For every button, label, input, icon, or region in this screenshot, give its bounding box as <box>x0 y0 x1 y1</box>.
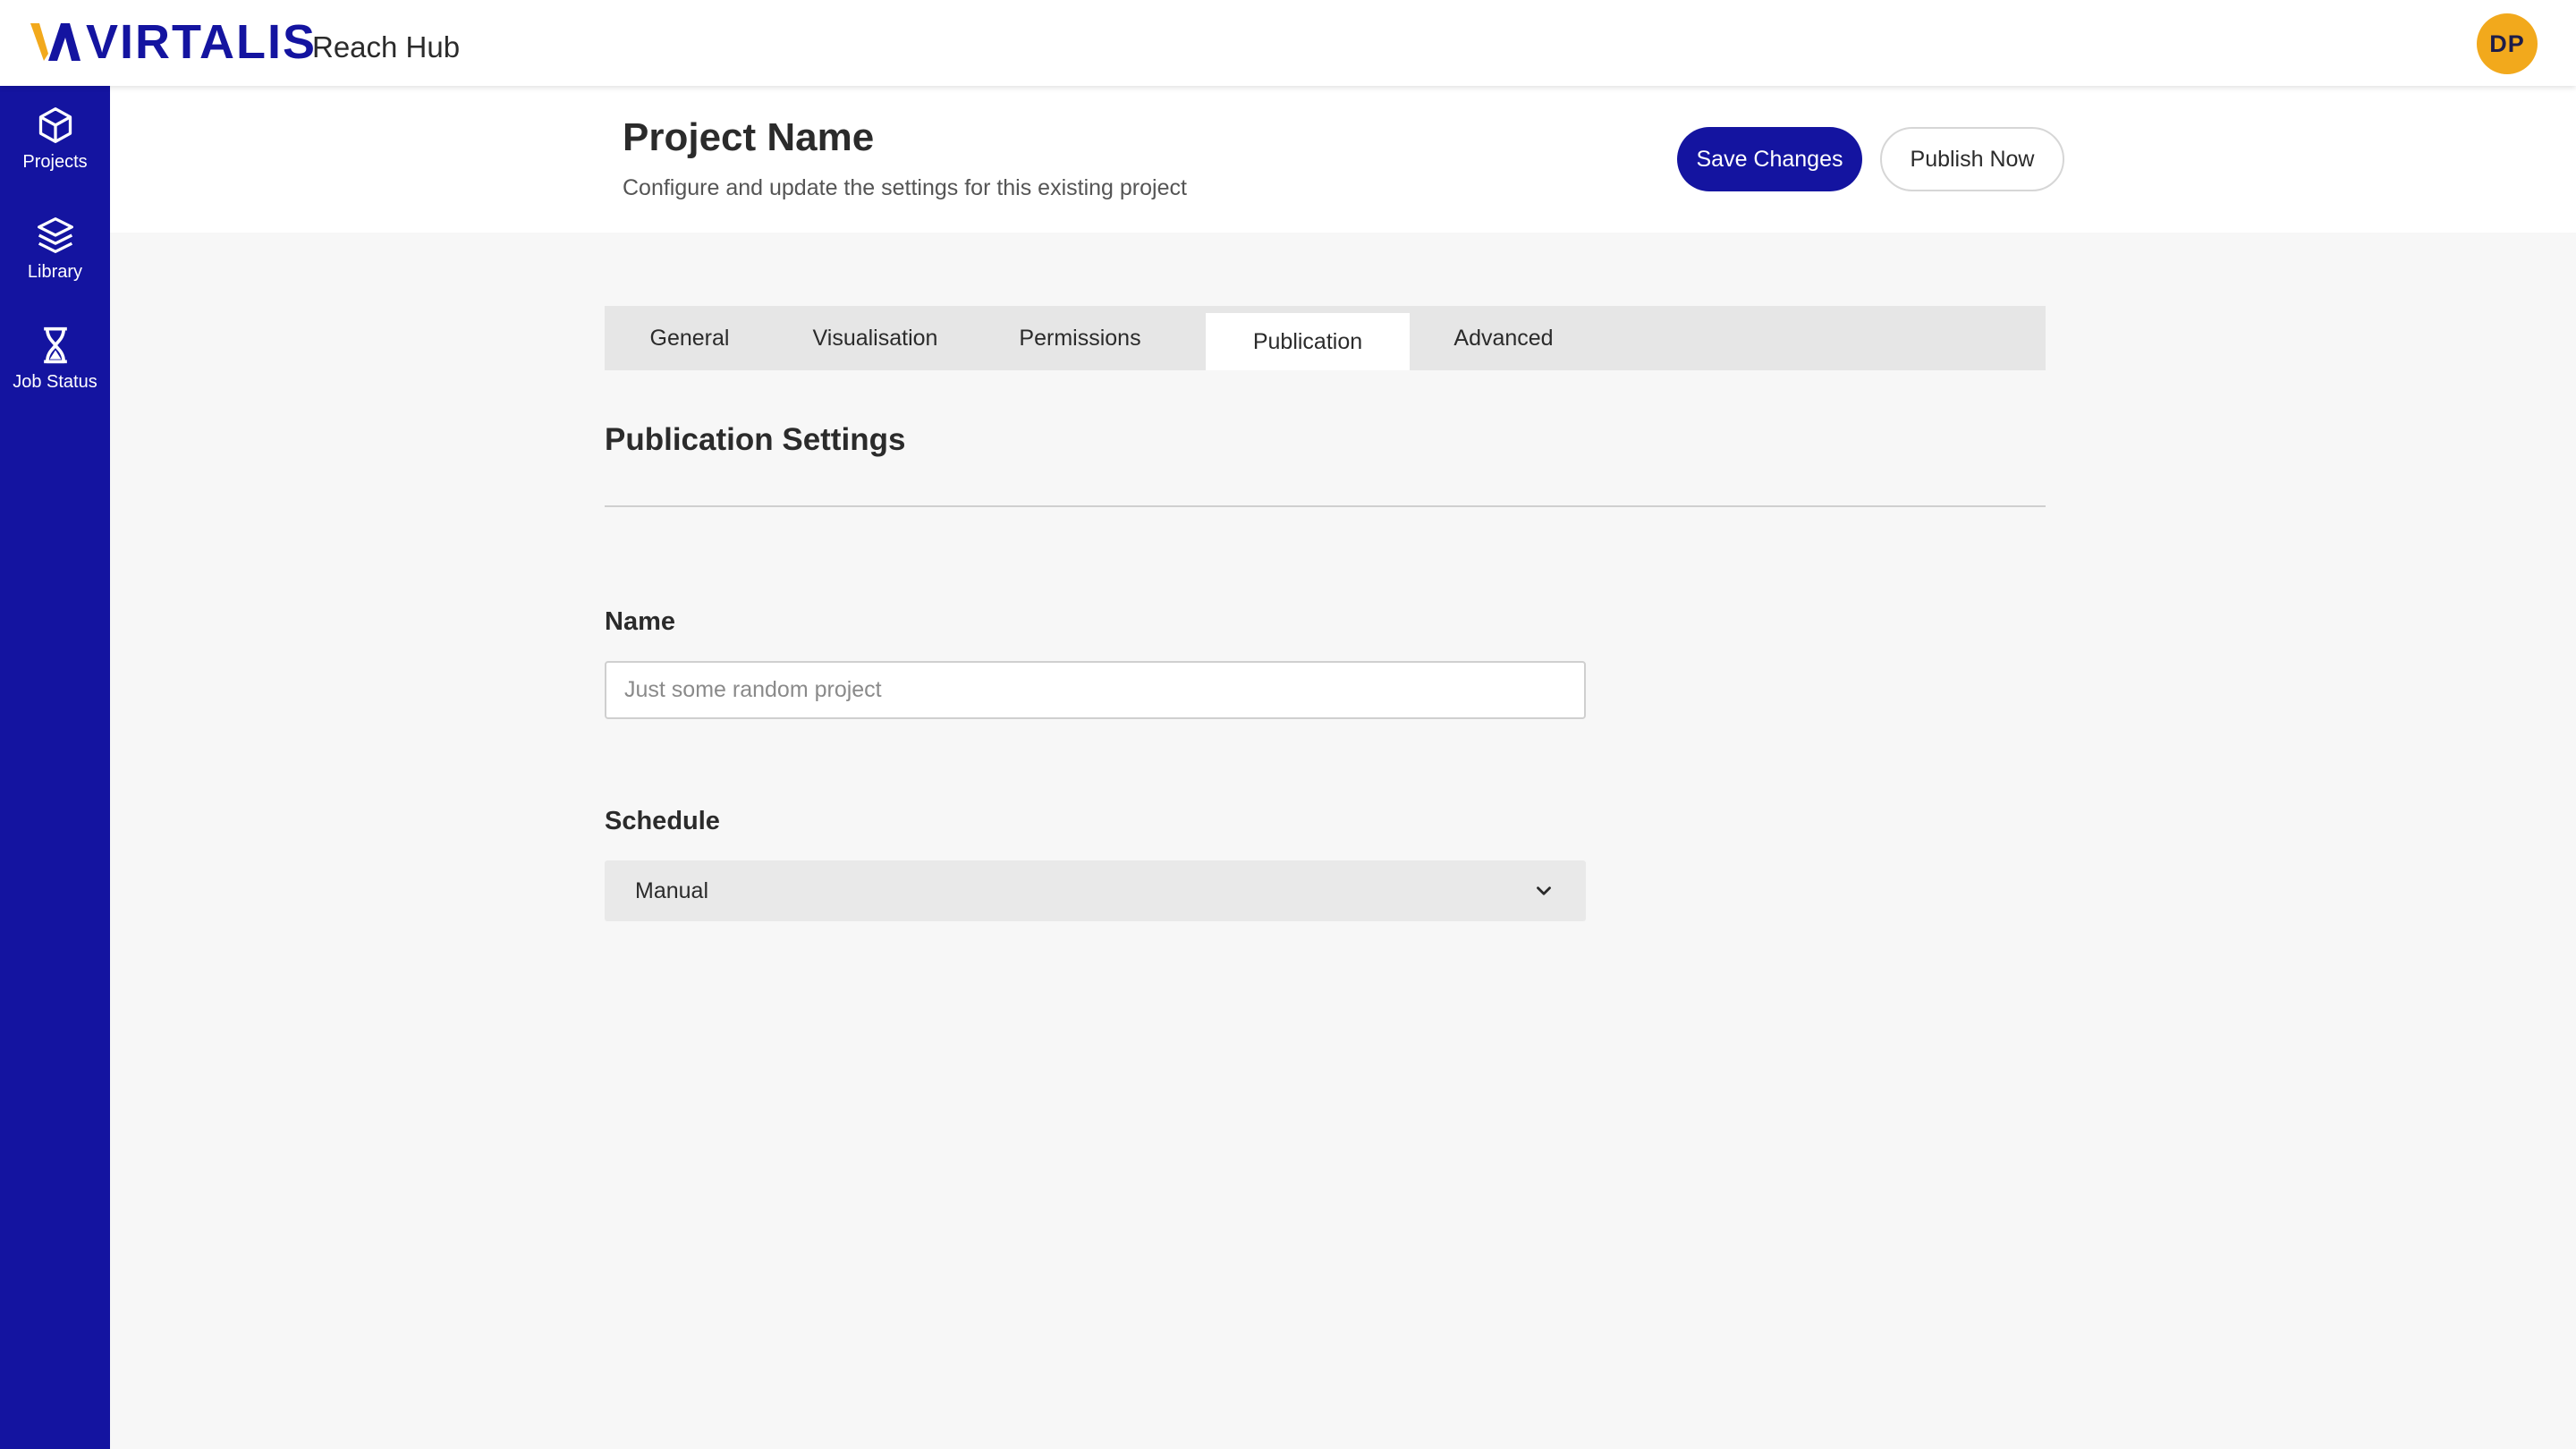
tab-advanced[interactable]: Advanced <box>1410 306 1597 370</box>
sidebar-item-projects[interactable]: Projects <box>0 106 110 173</box>
section-divider <box>605 505 2046 507</box>
schedule-label: Schedule <box>605 807 720 835</box>
save-changes-button[interactable]: Save Changes <box>1677 127 1862 191</box>
schedule-select[interactable]: Manual <box>605 860 1586 921</box>
layers-icon <box>37 217 73 253</box>
sidebar-item-library[interactable]: Library <box>0 216 110 283</box>
page-title: Project Name <box>623 115 875 159</box>
name-input[interactable] <box>605 661 1586 719</box>
sidebar-item-label: Projects <box>22 152 88 172</box>
brand-logo[interactable]: VIRTALIS <box>29 15 317 69</box>
user-avatar[interactable]: DP <box>2477 13 2538 74</box>
settings-tabs: General Visualisation Permissions Public… <box>605 306 2046 370</box>
hourglass-icon <box>43 326 67 364</box>
publish-now-button[interactable]: Publish Now <box>1880 127 2064 191</box>
sidebar-item-label: Library <box>27 262 83 282</box>
page-header: Project Name Configure and update the se… <box>110 86 2576 233</box>
brand-wordmark: VIRTALIS <box>86 15 317 69</box>
name-label: Name <box>605 607 675 636</box>
sidebar: Projects Library Job Status <box>0 86 110 1449</box>
page-subtitle: Configure and update the settings for th… <box>623 175 1187 200</box>
sidebar-item-label: Job Status <box>13 372 97 392</box>
top-bar: VIRTALIS Reach Hub DP <box>0 0 2576 86</box>
tab-general[interactable]: General <box>605 306 775 370</box>
tab-permissions[interactable]: Permissions <box>976 306 1184 370</box>
tab-publication[interactable]: Publication <box>1206 313 1410 370</box>
schedule-select-value: Manual <box>635 877 708 903</box>
chevron-down-icon <box>1537 886 1551 895</box>
app-name: Reach Hub <box>312 30 461 64</box>
tab-visualisation[interactable]: Visualisation <box>775 306 976 370</box>
virtalis-logo-mark <box>30 23 80 61</box>
sidebar-item-job-status[interactable]: Job Status <box>0 326 110 393</box>
cube-icon <box>38 107 72 143</box>
section-title: Publication Settings <box>605 422 906 457</box>
